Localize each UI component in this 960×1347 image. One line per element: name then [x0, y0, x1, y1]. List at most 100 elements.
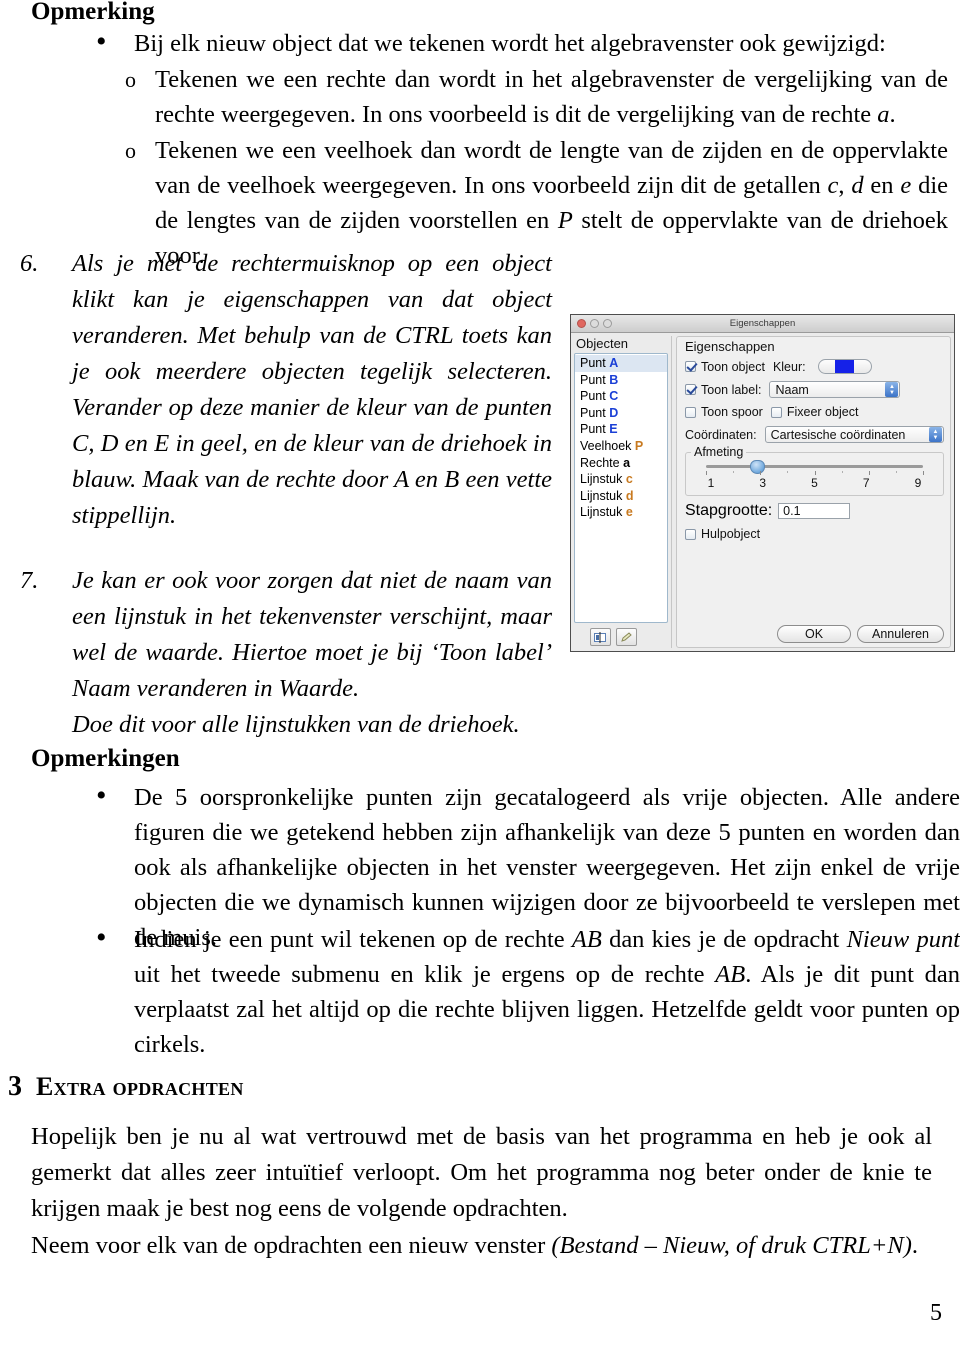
section-3-heading: 3 Extra opdrachten	[8, 1071, 244, 1103]
list-item[interactable]: Punt A	[575, 355, 667, 372]
objects-toolbar	[574, 623, 668, 648]
section-number: 3	[8, 1071, 22, 1102]
list-item[interactable]: Punt D	[575, 405, 667, 422]
properties-panel-title: Eigenschappen	[685, 339, 775, 354]
object-name: a	[623, 455, 631, 470]
page-number: 5	[930, 1300, 942, 1326]
object-type: Punt	[580, 372, 606, 387]
sub-bullet-text-part1: Tekenen we een rechte dan wordt in het a…	[155, 66, 948, 128]
object-type: Lijnstuk	[580, 488, 623, 503]
italic-e: e	[900, 172, 912, 199]
objects-list[interactable]: Punt A Punt B Punt C Punt D Punt E Veelh…	[574, 353, 668, 623]
pencil-glyph	[621, 631, 632, 642]
list-item[interactable]: Rechte a	[575, 455, 667, 472]
item-number: 7.	[20, 567, 39, 594]
hulpobject-row: Hulpobject	[685, 527, 944, 541]
section-3-paragraph: Hopelijk ben je nu al wat vertrouwd met …	[31, 1123, 932, 1222]
list-item[interactable]: Lijnstuk e	[575, 504, 667, 521]
item-text: Als je met de rechtermuisknop op een obj…	[72, 250, 552, 529]
bullet-item: • Indien je een punt wil tekenen op de r…	[88, 922, 960, 1062]
objects-panel: Objecten Punt A Punt B Punt C Punt D Pun…	[574, 336, 672, 648]
separator-2: en	[863, 172, 901, 199]
text-part1: Indien je een punt wil tekenen op de rec…	[134, 926, 572, 953]
auxiliary-objects-glyph	[594, 631, 606, 643]
afmeting-legend: Afmeting	[691, 445, 747, 459]
opmerkingen-heading: Opmerkingen	[31, 745, 180, 772]
toon-object-checkbox[interactable]	[685, 361, 696, 372]
separator-1: ,	[838, 172, 852, 199]
cancel-button[interactable]: Annuleren	[857, 625, 944, 643]
kleur-swatch	[835, 360, 855, 373]
dialog-title: Eigenschappen	[729, 318, 796, 329]
object-type: Lijnstuk	[580, 505, 623, 520]
opmerking-heading: Opmerking	[31, 0, 155, 25]
kleur-swatch-button[interactable]	[817, 359, 872, 374]
slider-tick-9: 9	[914, 476, 922, 490]
coordinaten-row: Coördinaten: Cartesische coördinaten ▲ ▼	[685, 426, 944, 443]
edit-pencil-icon[interactable]	[616, 628, 637, 646]
item-text-second: Doe dit voor alle lijnstukken van de dri…	[72, 711, 520, 738]
numbered-item-6: 6. Als je met de rechtermuisknop op een …	[20, 246, 552, 534]
object-name: B	[609, 372, 619, 387]
bullet-marker: •	[96, 779, 107, 812]
coordinaten-label: Coördinaten:	[685, 427, 757, 442]
item-text-wrap: Je kan er ook voor zorgen dat niet de na…	[72, 563, 552, 743]
sub-bullet-text-part2: .	[889, 101, 896, 128]
list-item[interactable]: Lijnstuk d	[575, 488, 667, 505]
chevron-updown-icon: ▲ ▼	[885, 382, 899, 397]
list-item[interactable]: Punt C	[575, 388, 667, 405]
paragraph2-part1: Neem voor elk van de opdrachten een nieu…	[31, 1232, 552, 1259]
afmeting-fieldset: Afmeting 1 3 5 7 9	[685, 445, 944, 496]
italic-AB-2: AB	[715, 961, 746, 988]
slider-track[interactable]	[706, 460, 923, 474]
object-name: P	[634, 438, 644, 453]
toon-label-value: Naam	[775, 382, 809, 397]
object-type: Rechte	[580, 455, 620, 470]
slider-tick-7: 7	[862, 476, 870, 490]
object-name: C	[609, 389, 619, 404]
afmeting-slider[interactable]: 1 3 5 7 9	[692, 460, 937, 490]
toon-object-row: Toon object Kleur:	[685, 359, 944, 374]
sub-bullet-marker: o	[125, 67, 136, 92]
toon-label-row: Toon label: Naam ▲ ▼	[685, 381, 944, 398]
toon-object-label: Toon object	[701, 359, 765, 374]
coordinaten-select[interactable]: Cartesische coördinaten ▲ ▼	[764, 426, 944, 443]
bullet-text: Bij elk nieuw object dat we tekenen word…	[134, 30, 886, 57]
object-type: Veelhoek	[580, 438, 632, 453]
toon-label-checkbox[interactable]	[685, 384, 696, 395]
bullet-text: Indien je een punt wil tekenen op de rec…	[134, 922, 960, 1062]
stapgrootte-input[interactable]: 0.1	[778, 503, 851, 519]
dialog-titlebar: Eigenschappen	[571, 315, 954, 333]
properties-panel: Eigenschappen Toon object Kleur: Toon la…	[676, 336, 951, 648]
object-type: Punt	[580, 389, 606, 404]
toon-spoor-checkbox[interactable]	[685, 406, 696, 418]
bullet-marker: •	[96, 921, 107, 954]
numbered-item-7: 7. Je kan er ook voor zorgen dat niet de…	[20, 563, 552, 743]
italic-AB-1: AB	[571, 926, 602, 953]
italic-P: P	[557, 207, 573, 234]
list-item[interactable]: Lijnstuk c	[575, 471, 667, 488]
slider-tick-5: 5	[811, 476, 818, 490]
item-text: Je kan er ook voor zorgen dat niet de na…	[72, 567, 552, 702]
auxiliary-objects-icon[interactable]	[590, 628, 611, 646]
item-number: 6.	[20, 250, 39, 277]
toon-label-select[interactable]: Naam ▲ ▼	[769, 381, 901, 398]
fixeer-object-label: Fixeer object	[786, 405, 859, 419]
italic-a: a	[877, 101, 890, 128]
object-name: E	[609, 422, 618, 437]
object-type: Punt	[580, 422, 606, 437]
list-item[interactable]: Veelhoek P	[575, 438, 667, 455]
list-item[interactable]: Punt E	[575, 421, 667, 438]
object-name: A	[609, 356, 619, 370]
italic-c: c	[827, 172, 839, 199]
list-item[interactable]: Punt B	[575, 372, 667, 389]
italic-d: d	[851, 172, 864, 199]
fixeer-object-checkbox[interactable]	[770, 406, 782, 418]
slider-tick-1: 1	[707, 476, 715, 490]
objects-panel-title: Objecten	[576, 336, 629, 351]
toon-label-label: Toon label:	[701, 382, 762, 397]
ok-button[interactable]: OK	[777, 625, 851, 643]
object-type: Punt	[580, 356, 606, 370]
hulpobject-checkbox[interactable]	[685, 528, 696, 540]
object-type: Punt	[580, 405, 606, 420]
